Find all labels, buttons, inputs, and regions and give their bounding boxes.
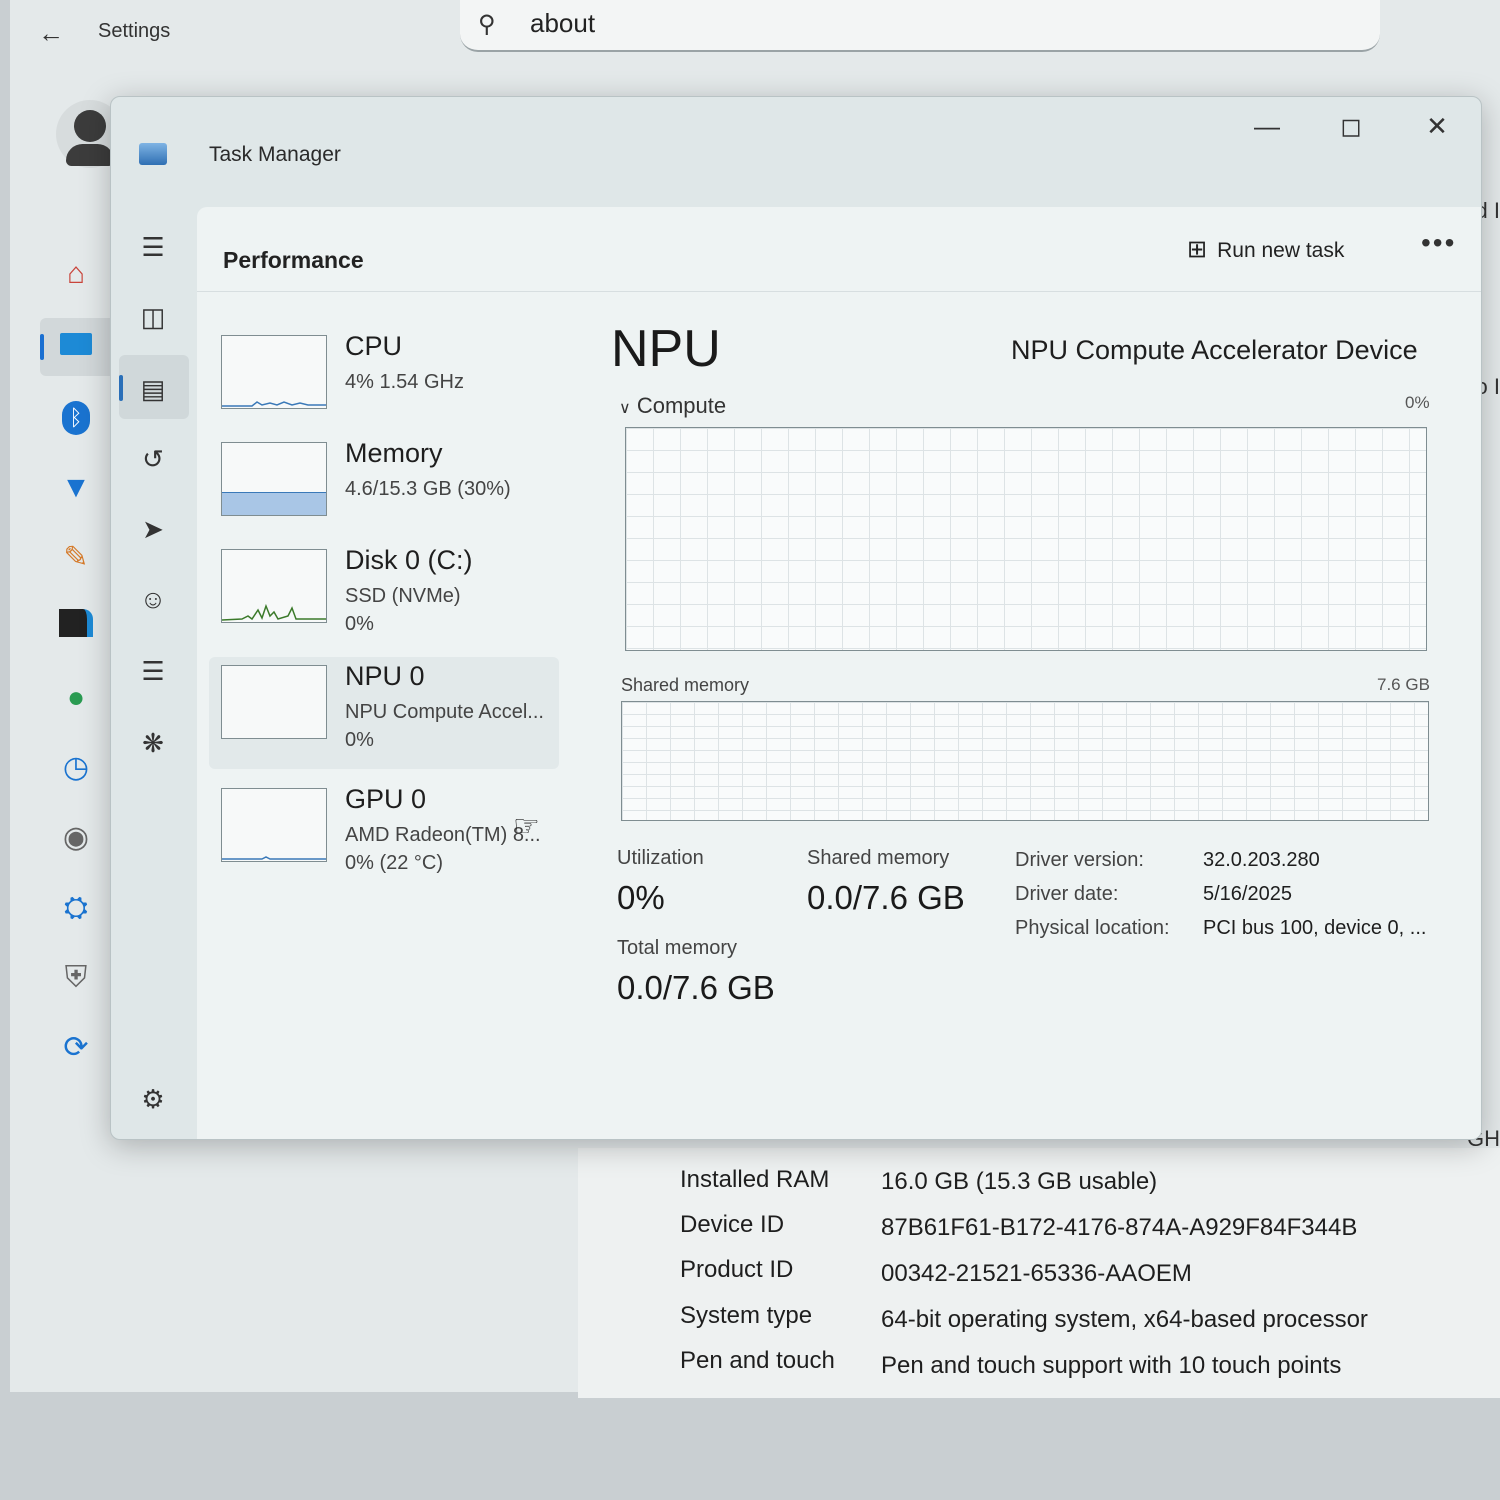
shared-memory-stat-value: 0.0/7.6 GB	[807, 879, 965, 916]
detail-heading: NPU	[611, 320, 721, 378]
disk-mini-graph	[221, 549, 327, 623]
minimize-icon[interactable]: —	[1247, 111, 1287, 142]
utilization-value: 0%	[617, 879, 665, 916]
nav-selection-indicator	[40, 334, 44, 360]
windows-update-icon[interactable]: ⟳	[56, 1028, 96, 1068]
shared-memory-stat-label: Shared memory	[807, 847, 950, 869]
settings-icon[interactable]: ⚙	[135, 1081, 171, 1117]
apps-icon[interactable]	[56, 608, 96, 648]
performance-page: Performance ⊞ Run new task ••• CPU 4% 1.5…	[197, 207, 1481, 1139]
resource-name: GPU 0	[345, 784, 427, 814]
resource-name: CPU	[345, 331, 403, 361]
header-divider	[197, 291, 1481, 292]
resource-item-disk[interactable]: Disk 0 (C:) SSD (NVMe) 0%	[209, 541, 559, 653]
search-input[interactable]: about	[530, 8, 595, 39]
users-icon[interactable]: ☺	[135, 581, 171, 617]
shared-memory-graph	[621, 701, 1429, 821]
resource-item-memory[interactable]: Memory 4.6/15.3 GB (30%)	[209, 434, 559, 546]
wifi-icon[interactable]: ▼	[56, 468, 96, 508]
details-icon[interactable]: ☰	[135, 653, 171, 689]
shared-memory-max-label: 7.6 GB	[1377, 675, 1430, 694]
privacy-security-icon[interactable]: ⛨	[56, 958, 96, 998]
npu-mini-graph	[221, 665, 327, 739]
spec-value: Pen and touch support with 10 touch poin…	[881, 1352, 1342, 1379]
resource-name: NPU 0	[345, 661, 425, 691]
hand-cursor-icon: ☞	[513, 810, 540, 843]
resource-detail: NPU Compute Accel...	[345, 701, 544, 723]
app-history-icon[interactable]: ↺	[135, 441, 171, 477]
close-icon[interactable]: ✕	[1417, 111, 1457, 142]
total-memory-label: Total memory	[617, 937, 738, 959]
task-manager-window: Task Manager — ◻ ✕ ☰ ◫ ▤ ↺ ➤ ☺ ☰ ❋ ⚙ Per…	[110, 96, 1482, 1140]
compute-max-label: 0%	[1405, 393, 1430, 412]
resource-usage: 0%	[345, 613, 374, 635]
search-box[interactable]: ⚲ about	[460, 0, 1380, 52]
performance-icon[interactable]: ▤	[135, 371, 171, 407]
search-icon: ⚲	[478, 11, 496, 38]
back-arrow-icon[interactable]: ←	[38, 18, 64, 49]
bluetooth-icon[interactable]: ᛒ	[56, 396, 96, 436]
memory-mini-graph	[221, 442, 327, 516]
spec-label: System type	[680, 1302, 813, 1329]
settings-title: Settings	[98, 20, 171, 42]
resource-item-npu[interactable]: NPU 0 NPU Compute Accel... 0%	[209, 657, 559, 769]
spec-label: Product ID	[680, 1256, 794, 1283]
resource-detail: 4.6/15.3 GB (30%)	[345, 478, 511, 500]
spec-value: 87B61F61-B172-4176-874A-A929F84F344B	[881, 1214, 1358, 1241]
spec-label: Device ID	[680, 1211, 785, 1238]
hamburger-menu-icon[interactable]: ☰	[135, 229, 171, 265]
home-icon[interactable]: ⌂	[56, 254, 96, 294]
total-memory-value: 0.0/7.6 GB	[617, 969, 775, 1006]
system-icon[interactable]	[56, 326, 96, 366]
cpu-mini-graph	[221, 335, 327, 409]
startup-apps-icon[interactable]: ➤	[135, 511, 171, 547]
time-language-icon[interactable]: ◷	[56, 748, 96, 788]
spec-value: 16.0 GB (15.3 GB usable)	[881, 1168, 1158, 1195]
gpu-mini-graph	[221, 788, 327, 862]
spec-label: Pen and touch	[680, 1347, 835, 1374]
resource-usage: 0%	[345, 729, 374, 751]
compute-dropdown[interactable]: ∨ Compute	[619, 393, 726, 419]
driver-version-label: Driver version:	[1015, 849, 1144, 871]
resource-detail: AMD Radeon(TM) 8...	[345, 824, 541, 846]
spec-value: 00342-21521-65336-AAOEM	[881, 1260, 1192, 1287]
personalization-icon[interactable]: ✎	[56, 538, 96, 578]
gaming-icon[interactable]: ◉	[56, 818, 96, 858]
resource-detail: 4% 1.54 GHz	[345, 371, 464, 393]
task-manager-logo-icon	[139, 143, 167, 165]
accessibility-icon[interactable]: ⛭	[56, 888, 96, 928]
more-options-button[interactable]: •••	[1421, 227, 1456, 259]
resource-name: Disk 0 (C:)	[345, 545, 473, 575]
resource-item-cpu[interactable]: CPU 4% 1.54 GHz	[209, 327, 559, 439]
driver-date-value: 5/16/2025	[1203, 883, 1292, 905]
driver-date-label: Driver date:	[1015, 883, 1119, 905]
spec-value: 64-bit operating system, x64-based proce…	[881, 1306, 1368, 1333]
resource-name: Memory	[345, 438, 443, 468]
window-title: Task Manager	[209, 143, 341, 166]
shared-memory-graph-label: Shared memory	[621, 675, 750, 695]
rail-selection-indicator	[119, 375, 123, 401]
driver-version-value: 32.0.203.280	[1203, 849, 1320, 871]
compute-graph	[625, 427, 1427, 651]
resource-item-gpu[interactable]: GPU 0 AMD Radeon(TM) 8... 0% (22 °C)	[209, 780, 559, 892]
resource-usage: 0% (22 °C)	[345, 852, 444, 874]
page-title: Performance	[223, 247, 364, 273]
maximize-icon[interactable]: ◻	[1331, 111, 1371, 142]
run-new-task-button[interactable]: ⊞ Run new task	[1187, 235, 1344, 264]
run-task-icon: ⊞	[1187, 236, 1208, 263]
services-icon[interactable]: ❋	[135, 725, 171, 761]
utilization-label: Utilization	[617, 847, 704, 869]
run-new-task-label: Run new task	[1217, 239, 1345, 262]
spec-label: Installed RAM	[680, 1166, 830, 1193]
memory-usage-fill	[222, 492, 326, 515]
processes-icon[interactable]: ◫	[135, 299, 171, 335]
resource-detail: SSD (NVMe)	[345, 585, 461, 607]
accounts-icon[interactable]: ●	[56, 678, 96, 718]
physical-location-label: Physical location:	[1015, 917, 1170, 939]
compute-label: Compute	[636, 393, 727, 418]
chevron-down-icon: ∨	[619, 400, 631, 417]
device-name: NPU Compute Accelerator Device	[1011, 335, 1418, 365]
physical-location-value: PCI bus 100, device 0, ...	[1203, 917, 1427, 939]
